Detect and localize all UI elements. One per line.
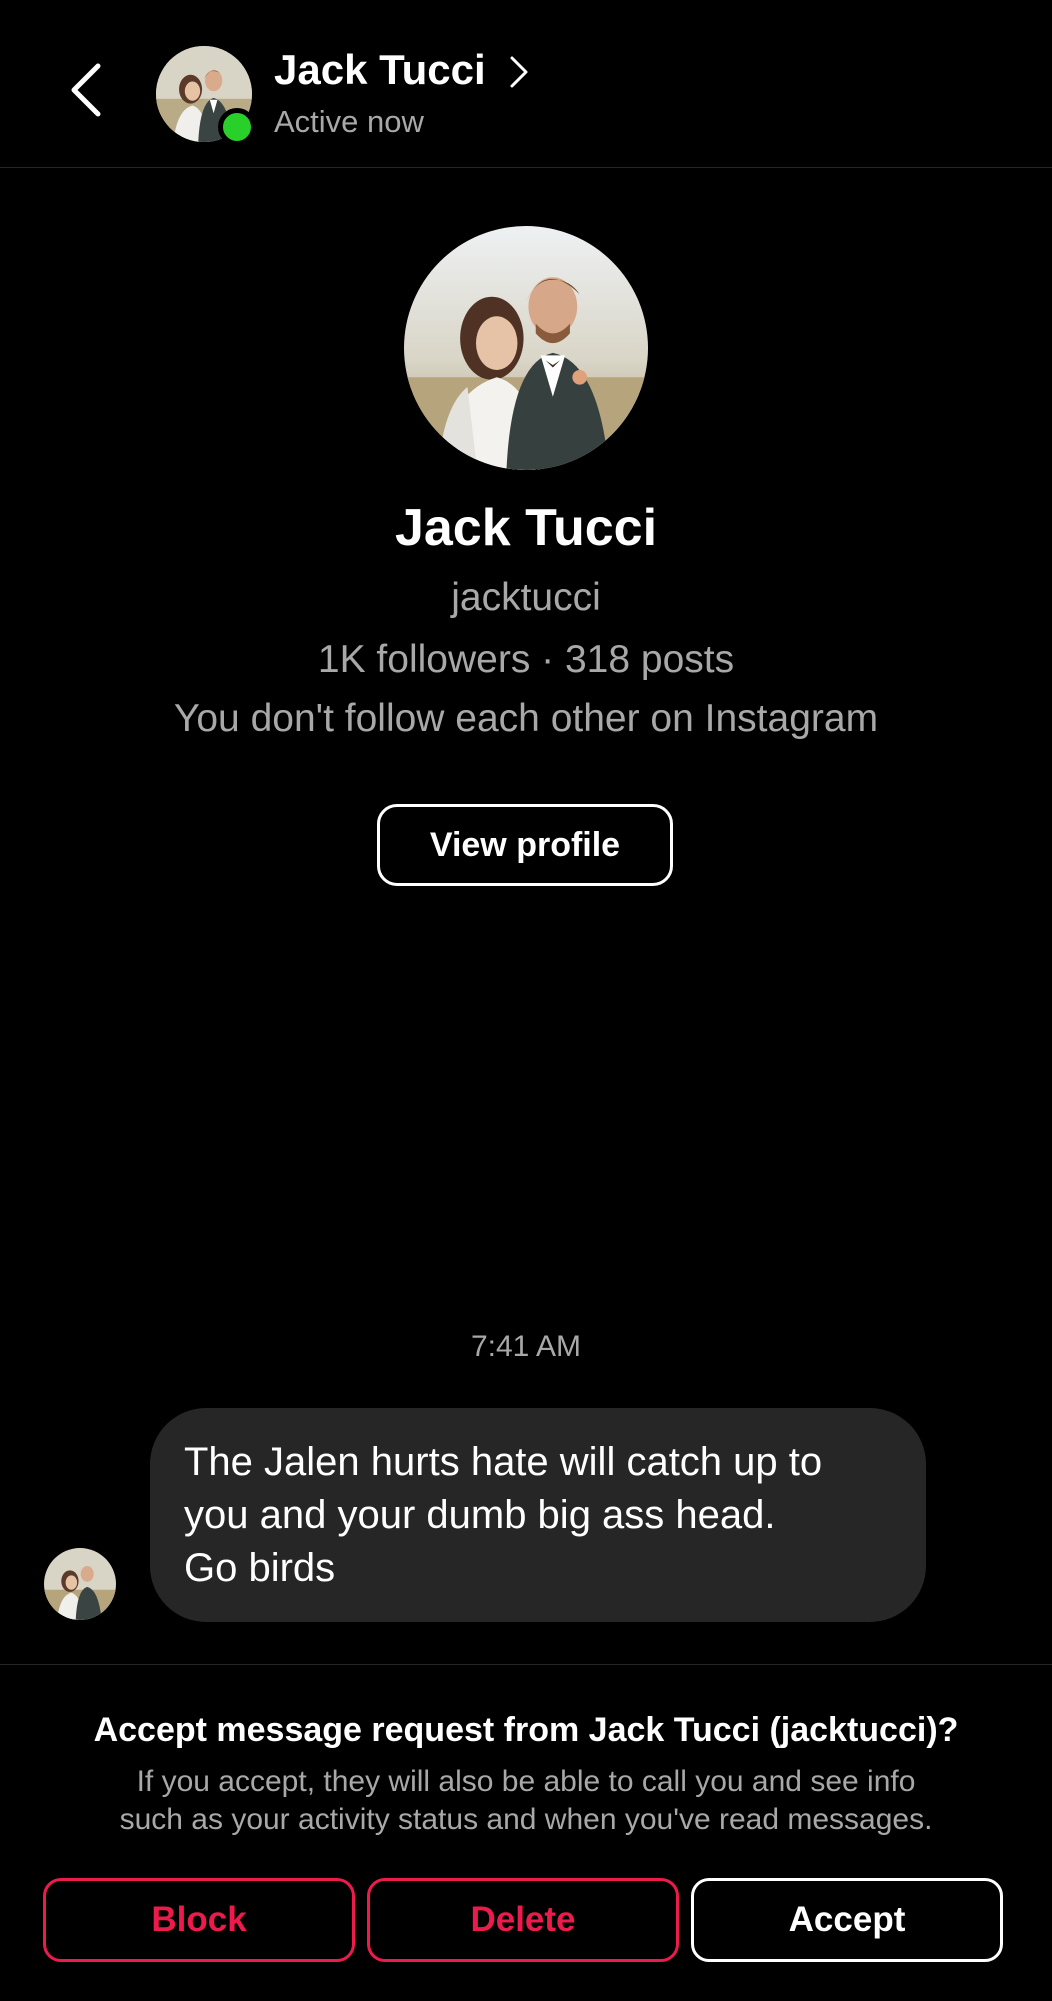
back-button[interactable] (62, 60, 112, 120)
profile-name: Jack Tucci (394, 499, 658, 557)
message-bubble[interactable]: The Jalen hurts hate will catch up to yo… (150, 1408, 926, 1622)
header-avatar[interactable] (156, 46, 256, 146)
header-username[interactable]: Jack Tucci (274, 46, 486, 94)
message-text-line: Go birds (184, 1546, 336, 1590)
sender-avatar[interactable] (44, 1548, 116, 1620)
request-description-line: such as your activity status and when yo… (119, 1803, 933, 1836)
follow-relation-text: You don't follow each other on Instagram (173, 697, 879, 740)
active-status: Active now (274, 104, 424, 139)
request-description-line: If you accept, they will also be able to… (136, 1765, 916, 1798)
request-title: Accept message request from Jack Tucci (… (93, 1711, 959, 1749)
delete-button[interactable]: Delete (367, 1878, 679, 1962)
profile-stats: 1K followers · 318 posts (317, 638, 735, 681)
accept-button[interactable]: Accept (691, 1878, 1003, 1962)
view-profile-button[interactable]: View profile (377, 804, 673, 886)
profile-avatar[interactable] (404, 226, 648, 470)
message-text-line: you and your dumb big ass head. (184, 1493, 776, 1537)
chat-header: Jack Tucci Active now (0, 0, 1052, 168)
chevron-left-icon (71, 63, 101, 117)
message-text-line: The Jalen hurts hate will catch up to (184, 1440, 823, 1484)
block-button[interactable]: Block (43, 1878, 355, 1962)
message-timestamp: 7:41 AM (470, 1330, 582, 1363)
request-description: If you accept, they will also be able to… (40, 1763, 1012, 1839)
chevron-right-icon[interactable] (508, 54, 530, 90)
active-dot-icon (218, 108, 256, 146)
profile-handle: jacktucci (451, 576, 601, 619)
